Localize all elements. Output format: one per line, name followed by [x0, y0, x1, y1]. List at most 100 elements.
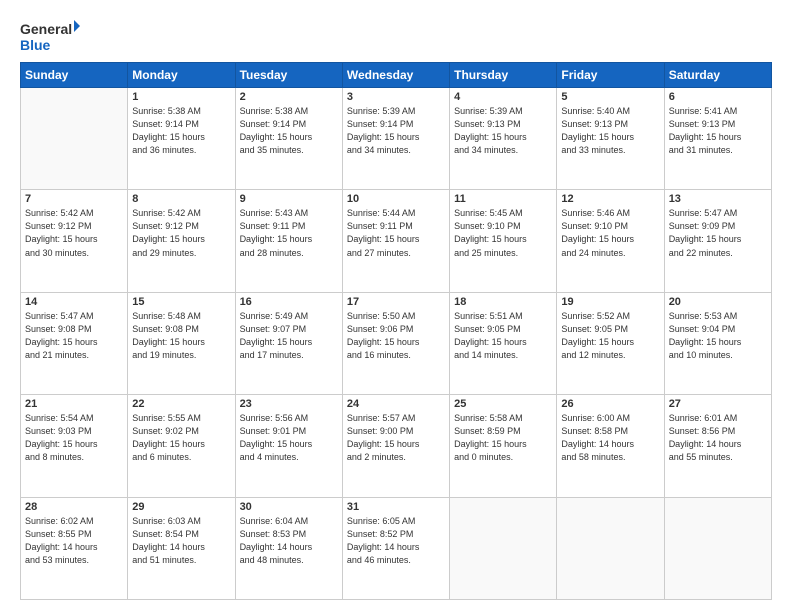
logo-svg: General Blue	[20, 18, 80, 54]
svg-text:Blue: Blue	[20, 37, 51, 53]
day-number: 12	[561, 193, 659, 205]
calendar-week-row: 14Sunrise: 5:47 AMSunset: 9:08 PMDayligh…	[21, 292, 772, 394]
day-info: Sunrise: 5:38 AMSunset: 9:14 PMDaylight:…	[240, 105, 338, 157]
day-info: Sunrise: 5:42 AMSunset: 9:12 PMDaylight:…	[132, 207, 230, 259]
calendar-day-cell: 11 Sunrise: 5:45 AMSunset: 9:10 PMDayligh…	[450, 190, 557, 292]
day-number: 5	[561, 91, 659, 103]
day-info: Sunrise: 5:39 AMSunset: 9:13 PMDaylight:…	[454, 105, 552, 157]
calendar-day-cell: 8 Sunrise: 5:42 AMSunset: 9:12 PMDaylight…	[128, 190, 235, 292]
day-info: Sunrise: 5:39 AMSunset: 9:14 PMDaylight:…	[347, 105, 445, 157]
day-number: 17	[347, 296, 445, 308]
calendar-day-cell: 7Sunrise: 5:42 AMSunset: 9:12 PMDaylight…	[21, 190, 128, 292]
day-info: Sunrise: 6:04 AMSunset: 8:53 PMDaylight:…	[240, 515, 338, 567]
day-info: Sunrise: 5:49 AMSunset: 9:07 PMDaylight:…	[240, 310, 338, 362]
day-number: 29	[132, 501, 230, 513]
day-number: 25	[454, 398, 552, 410]
day-number: 16	[240, 296, 338, 308]
day-number: 23	[240, 398, 338, 410]
day-info: Sunrise: 6:01 AMSunset: 8:56 PMDaylight:…	[669, 412, 767, 464]
day-info: Sunrise: 6:05 AMSunset: 8:52 PMDaylight:…	[347, 515, 445, 567]
calendar-day-cell: 17Sunrise: 5:50 AMSunset: 9:06 PMDayligh…	[342, 292, 449, 394]
calendar-week-row: 21 Sunrise: 5:54 AMSunset: 9:03 PMDayligh…	[21, 395, 772, 497]
day-number: 24	[347, 398, 445, 410]
day-info: Sunrise: 5:42 AMSunset: 9:12 PMDaylight:…	[25, 207, 123, 259]
day-number: 28	[25, 501, 123, 513]
day-info: Sunrise: 5:43 AMSunset: 9:11 PMDaylight:…	[240, 207, 338, 259]
day-number: 4	[454, 91, 552, 103]
calendar-table: SundayMondayTuesdayWednesdayThursdayFrid…	[20, 62, 772, 600]
day-number: 15	[132, 296, 230, 308]
day-info: Sunrise: 5:54 AMSunset: 9:03 PMDaylight:…	[25, 412, 123, 464]
day-number: 31	[347, 501, 445, 513]
day-info: Sunrise: 5:41 AMSunset: 9:13 PMDaylight:…	[669, 105, 767, 157]
calendar-day-cell: 19 Sunrise: 5:52 AMSunset: 9:05 PMDayligh…	[557, 292, 664, 394]
day-number: 21	[25, 398, 123, 410]
calendar-day-cell: 10 Sunrise: 5:44 AMSunset: 9:11 PMDayligh…	[342, 190, 449, 292]
calendar-day-cell: 5 Sunrise: 5:40 AMSunset: 9:13 PMDaylight…	[557, 88, 664, 190]
calendar-day-cell: 1 Sunrise: 5:38 AMSunset: 9:14 PMDaylight…	[128, 88, 235, 190]
calendar-day-cell: 12 Sunrise: 5:46 AMSunset: 9:10 PMDayligh…	[557, 190, 664, 292]
calendar-week-row: 28 Sunrise: 6:02 AMSunset: 8:55 PMDayligh…	[21, 497, 772, 599]
day-number: 27	[669, 398, 767, 410]
calendar-week-row: 7Sunrise: 5:42 AMSunset: 9:12 PMDaylight…	[21, 190, 772, 292]
calendar-day-cell	[450, 497, 557, 599]
day-info: Sunrise: 5:55 AMSunset: 9:02 PMDaylight:…	[132, 412, 230, 464]
day-info: Sunrise: 5:48 AMSunset: 9:08 PMDaylight:…	[132, 310, 230, 362]
calendar-day-cell: 14Sunrise: 5:47 AMSunset: 9:08 PMDayligh…	[21, 292, 128, 394]
day-number: 1	[132, 91, 230, 103]
day-info: Sunrise: 5:38 AMSunset: 9:14 PMDaylight:…	[132, 105, 230, 157]
day-info: Sunrise: 5:45 AMSunset: 9:10 PMDaylight:…	[454, 207, 552, 259]
logo: General Blue	[20, 18, 80, 54]
calendar-day-cell: 31 Sunrise: 6:05 AMSunset: 8:52 PMDayligh…	[342, 497, 449, 599]
day-number: 8	[132, 193, 230, 205]
calendar-col-header: Friday	[557, 63, 664, 88]
day-info: Sunrise: 5:57 AMSunset: 9:00 PMDaylight:…	[347, 412, 445, 464]
day-info: Sunrise: 5:51 AMSunset: 9:05 PMDaylight:…	[454, 310, 552, 362]
day-info: Sunrise: 5:56 AMSunset: 9:01 PMDaylight:…	[240, 412, 338, 464]
svg-text:General: General	[20, 21, 72, 37]
calendar-week-row: 1 Sunrise: 5:38 AMSunset: 9:14 PMDaylight…	[21, 88, 772, 190]
day-info: Sunrise: 5:53 AMSunset: 9:04 PMDaylight:…	[669, 310, 767, 362]
day-number: 13	[669, 193, 767, 205]
calendar-day-cell: 3 Sunrise: 5:39 AMSunset: 9:14 PMDaylight…	[342, 88, 449, 190]
calendar-day-cell: 20 Sunrise: 5:53 AMSunset: 9:04 PMDayligh…	[664, 292, 771, 394]
day-info: Sunrise: 6:02 AMSunset: 8:55 PMDaylight:…	[25, 515, 123, 567]
calendar-col-header: Tuesday	[235, 63, 342, 88]
day-info: Sunrise: 5:52 AMSunset: 9:05 PMDaylight:…	[561, 310, 659, 362]
calendar-day-cell: 13 Sunrise: 5:47 AMSunset: 9:09 PMDayligh…	[664, 190, 771, 292]
day-info: Sunrise: 5:47 AMSunset: 9:09 PMDaylight:…	[669, 207, 767, 259]
day-number: 18	[454, 296, 552, 308]
day-number: 10	[347, 193, 445, 205]
calendar-day-cell: 22 Sunrise: 5:55 AMSunset: 9:02 PMDayligh…	[128, 395, 235, 497]
day-number: 19	[561, 296, 659, 308]
day-info: Sunrise: 5:58 AMSunset: 8:59 PMDaylight:…	[454, 412, 552, 464]
day-number: 22	[132, 398, 230, 410]
calendar-col-header: Saturday	[664, 63, 771, 88]
calendar-day-cell	[21, 88, 128, 190]
day-number: 6	[669, 91, 767, 103]
calendar-day-cell: 15 Sunrise: 5:48 AMSunset: 9:08 PMDayligh…	[128, 292, 235, 394]
calendar-day-cell: 21 Sunrise: 5:54 AMSunset: 9:03 PMDayligh…	[21, 395, 128, 497]
day-info: Sunrise: 6:03 AMSunset: 8:54 PMDaylight:…	[132, 515, 230, 567]
calendar-day-cell	[664, 497, 771, 599]
day-info: Sunrise: 5:46 AMSunset: 9:10 PMDaylight:…	[561, 207, 659, 259]
day-info: Sunrise: 5:44 AMSunset: 9:11 PMDaylight:…	[347, 207, 445, 259]
day-info: Sunrise: 5:40 AMSunset: 9:13 PMDaylight:…	[561, 105, 659, 157]
calendar-day-cell: 24 Sunrise: 5:57 AMSunset: 9:00 PMDayligh…	[342, 395, 449, 497]
calendar-day-cell: 29 Sunrise: 6:03 AMSunset: 8:54 PMDayligh…	[128, 497, 235, 599]
calendar-col-header: Wednesday	[342, 63, 449, 88]
header: General Blue	[20, 18, 772, 54]
calendar-col-header: Monday	[128, 63, 235, 88]
calendar-day-cell: 28 Sunrise: 6:02 AMSunset: 8:55 PMDayligh…	[21, 497, 128, 599]
calendar-header-row: SundayMondayTuesdayWednesdayThursdayFrid…	[21, 63, 772, 88]
day-number: 3	[347, 91, 445, 103]
day-number: 20	[669, 296, 767, 308]
day-number: 26	[561, 398, 659, 410]
day-info: Sunrise: 6:00 AMSunset: 8:58 PMDaylight:…	[561, 412, 659, 464]
page: General Blue SundayMondayTuesdayWednesda…	[0, 0, 792, 612]
calendar-day-cell: 27 Sunrise: 6:01 AMSunset: 8:56 PMDayligh…	[664, 395, 771, 497]
day-number: 11	[454, 193, 552, 205]
calendar-day-cell: 4 Sunrise: 5:39 AMSunset: 9:13 PMDaylight…	[450, 88, 557, 190]
calendar-col-header: Thursday	[450, 63, 557, 88]
calendar-col-header: Sunday	[21, 63, 128, 88]
